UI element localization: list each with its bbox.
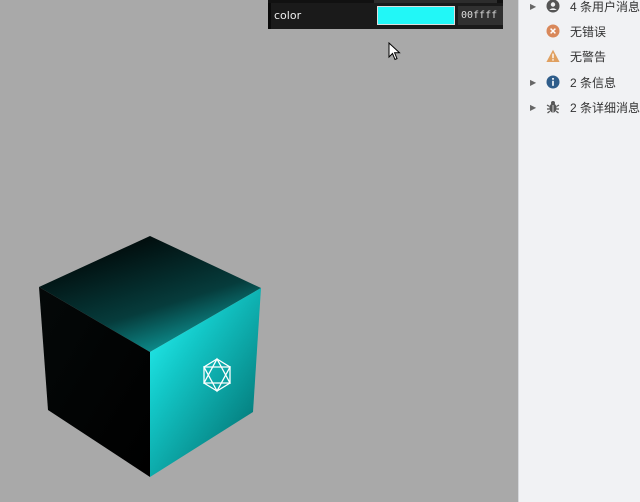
error-icon <box>546 24 560 38</box>
console-item-label: 2 条信息 <box>570 75 617 90</box>
gui-color-row: color 00ffff <box>268 3 503 29</box>
console-item-label: 无错误 <box>570 24 607 39</box>
user-icon <box>546 0 560 13</box>
console-sidebar: ▶ 4 条用户消息 无错误 无警告 ▶ 2 条信息 ▶ 2 条详细消息 <box>518 0 640 502</box>
warning-icon <box>546 49 560 63</box>
bug-icon <box>546 100 560 114</box>
gui-controls-panel: color 00ffff <box>268 0 503 29</box>
console-item-label: 4 条用户消息 <box>569 0 640 14</box>
mouse-pointer-icon <box>388 42 401 61</box>
3d-viewport[interactable]: color 00ffff <box>0 0 518 502</box>
color-property-label: color <box>274 9 302 22</box>
expand-arrow-icon[interactable]: ▶ <box>530 2 538 11</box>
console-item-verbose[interactable]: ▶ 2 条详细消息 <box>519 96 640 118</box>
console-item-user-messages[interactable]: ▶ 4 条用户消息 <box>519 0 640 17</box>
console-item-errors[interactable]: 无错误 <box>519 20 640 42</box>
color-swatch[interactable] <box>377 6 455 25</box>
expand-arrow-icon[interactable]: ▶ <box>530 78 538 87</box>
console-item-warnings[interactable]: 无警告 <box>519 45 640 67</box>
color-hex-input[interactable]: 00ffff <box>458 6 503 25</box>
info-icon <box>546 75 560 89</box>
expand-arrow-icon[interactable]: ▶ <box>530 103 538 112</box>
console-item-label: 2 条详细消息 <box>569 100 640 115</box>
console-item-label: 无警告 <box>570 49 607 64</box>
console-item-info[interactable]: ▶ 2 条信息 <box>519 71 640 93</box>
cube-mesh[interactable] <box>0 0 518 502</box>
